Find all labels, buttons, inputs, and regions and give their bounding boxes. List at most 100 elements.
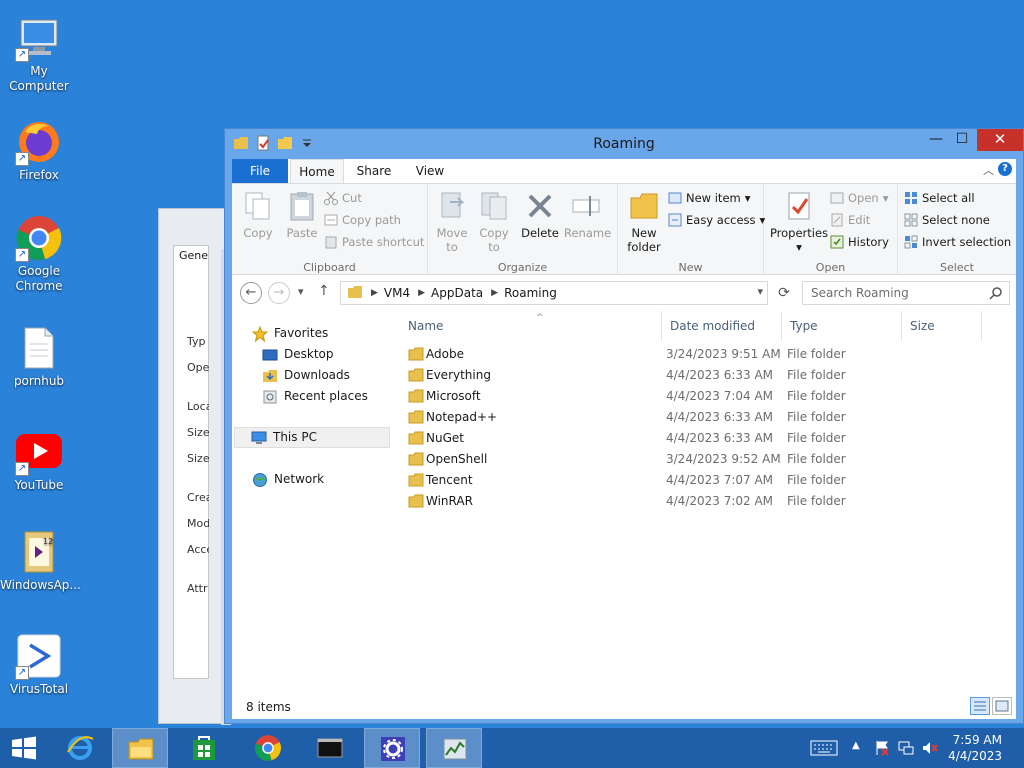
search-input[interactable]: Search Roaming [802,281,1010,305]
paste-button[interactable]: Paste [280,190,324,240]
select-none-button[interactable]: Select none [904,210,990,230]
breadcrumb-roaming[interactable]: Roaming [504,286,557,300]
nav-favorites[interactable]: Favorites [251,323,329,344]
move-to-button[interactable]: Move to [430,190,474,254]
nav-recent-places[interactable]: Recent places [262,386,368,407]
table-row[interactable]: Everything 4/4/2023 6:33 AM File folder [398,365,998,386]
system-clock[interactable]: 7:59 AM 4/4/2023 [948,732,1002,764]
breadcrumb-vm4[interactable]: VM4 [384,286,410,300]
chevron-right-icon[interactable]: ▶ [371,288,378,298]
easy-access-icon [668,213,682,227]
desktop-icon-firefox[interactable]: ↗ Firefox [0,110,78,206]
keyboard-icon[interactable] [810,739,838,768]
tab-home[interactable]: Home [290,159,344,183]
new-folder-button[interactable]: New folder [622,190,666,254]
network-icon[interactable] [898,740,914,768]
file-name: NuGet [426,431,464,445]
collapse-ribbon-icon[interactable]: ︿ [983,162,994,178]
address-bar[interactable]: ▶ VM4 ▶ AppData ▶ Roaming ▾ [340,281,768,305]
new-item-button[interactable]: New item ▾ [668,188,751,208]
title-bar[interactable]: Roaming — ☐ ✕ [225,129,1023,159]
table-row[interactable]: Microsoft 4/4/2023 7:04 AM File folder [398,386,998,407]
maximize-button[interactable]: ☐ [949,129,975,151]
column-header-date[interactable]: Date modified [662,311,782,341]
tab-general[interactable]: Gene [173,245,209,265]
desktop-icon-label: Google Chrome [15,264,63,293]
show-hidden-icons[interactable]: ▲ [852,740,860,768]
table-row[interactable]: WinRAR 4/4/2023 7:02 AM File folder [398,491,998,512]
help-icon[interactable]: ? [998,162,1012,176]
table-row[interactable]: Adobe 3/24/2023 9:51 AM File folder [398,344,998,365]
copy-label: Copy [243,226,273,240]
explorer-window[interactable]: Roaming — ☐ ✕ File Home Share View ︿ ? C… [224,128,1024,724]
tab-view[interactable]: View [404,159,456,183]
column-header-size[interactable]: Size [902,311,982,341]
this-pc-icon [251,430,267,446]
desktop-icon-virustotal[interactable]: ↗ VirusTotal [0,624,78,720]
properties-button[interactable]: Properties ▾ [768,190,830,254]
column-header-type[interactable]: Type [782,311,902,341]
background-properties-window[interactable]: Gene Typ Ope Loca Size Size Crea Mod Acc… [158,208,231,725]
search-icon[interactable] [989,286,1003,300]
select-all-button[interactable]: Select all [904,188,975,208]
history-button[interactable]: History [830,232,889,252]
taskbar-console[interactable] [302,728,358,768]
delete-button[interactable]: Delete [518,190,562,240]
refresh-icon[interactable]: ⟳ [774,283,794,303]
table-row[interactable]: NuGet 4/4/2023 6:33 AM File folder [398,428,998,449]
desktop-icon-my-computer[interactable]: ↗ My Computer [0,6,78,102]
open-button[interactable]: Open ▾ [830,188,889,208]
taskbar-internet-explorer[interactable] [52,728,108,768]
desktop-icon-windowsapp[interactable]: 12 WindowsAp... [0,520,81,616]
start-button[interactable] [0,728,48,768]
volume-muted-icon[interactable] [922,740,938,768]
desktop-icon-youtube[interactable]: ↗ YouTube [0,420,78,516]
taskbar-store[interactable] [176,728,232,768]
cut-button[interactable]: Cut [324,188,362,208]
invert-selection-button[interactable]: Invert selection [904,232,1011,252]
edit-button[interactable]: Edit [830,210,870,230]
column-header-name[interactable]: Name ^ [400,311,662,341]
copy-button[interactable]: Copy [236,190,280,240]
nav-this-pc[interactable]: This PC [234,427,390,448]
taskbar-settings[interactable] [364,728,420,768]
chevron-right-icon[interactable]: ▶ [418,288,425,298]
chevron-right-icon[interactable]: ▶ [491,288,498,298]
clipboard-group: Copy Paste Cut Copy path Paste shortcut … [232,184,428,276]
tab-file[interactable]: File [232,159,288,183]
table-row[interactable]: OpenShell 3/24/2023 9:52 AM File folder [398,449,998,470]
taskbar-task-manager[interactable] [426,728,482,768]
nav-desktop[interactable]: Desktop [262,344,334,365]
table-row[interactable]: Tencent 4/4/2023 7:07 AM File folder [398,470,998,491]
desktop-icon-chrome[interactable]: ↗ Google Chrome [0,206,78,302]
breadcrumb-appdata[interactable]: AppData [431,286,483,300]
close-button[interactable]: ✕ [977,129,1023,151]
forward-button[interactable]: → [268,282,290,304]
minimize-button[interactable]: — [923,129,949,151]
tab-share[interactable]: Share [348,159,400,183]
copy-to-button[interactable]: Copy to [472,190,516,254]
network-icon [252,472,268,488]
details-view-icon[interactable] [970,697,990,715]
taskbar-chrome[interactable] [240,728,296,768]
paste-shortcut-button[interactable]: Paste shortcut [324,232,424,252]
rename-button[interactable]: Rename [564,190,611,240]
up-arrow-icon[interactable]: ↑ [318,283,330,299]
nav-label: Network [274,472,325,486]
taskbar-file-explorer[interactable] [112,728,168,768]
nav-downloads[interactable]: Downloads [262,365,350,386]
nav-label: Favorites [274,326,329,340]
nav-network[interactable]: Network [252,469,324,490]
computer-icon: ↗ [15,14,63,62]
back-button[interactable]: ← [240,282,262,304]
large-icons-view-icon[interactable] [992,697,1012,715]
file-type: File folder [787,347,846,361]
table-row[interactable]: Notepad++ 4/4/2023 6:33 AM File folder [398,407,998,428]
desktop-icon-pornhub[interactable]: pornhub [0,316,78,412]
copy-path-button[interactable]: Copy path [324,210,401,230]
chevron-down-icon[interactable]: ▾ [757,285,763,298]
recent-locations-icon[interactable]: ▾ [298,285,304,298]
edit-icon [830,213,844,227]
action-center-icon[interactable] [874,740,890,768]
easy-access-button[interactable]: Easy access ▾ [668,210,765,230]
